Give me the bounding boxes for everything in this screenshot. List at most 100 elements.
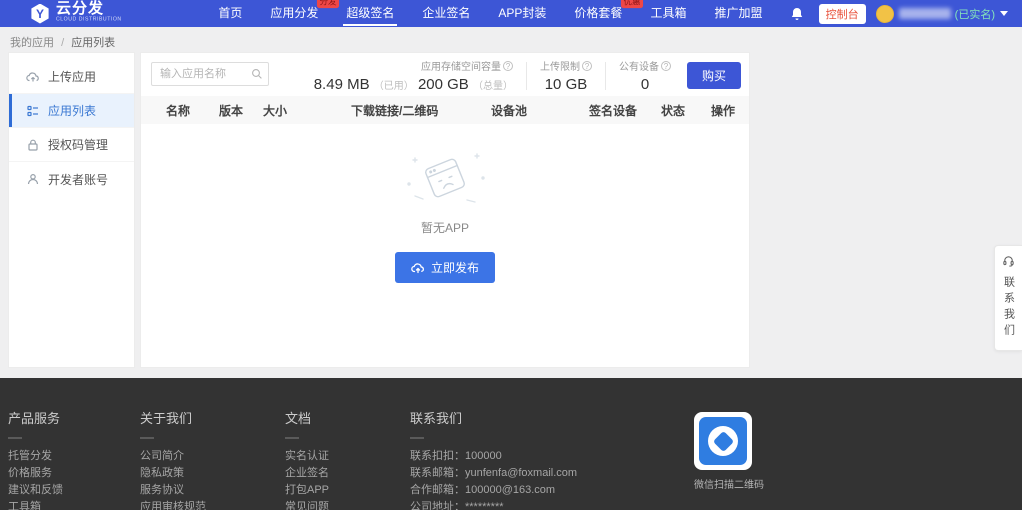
- stat-upload-limit-value: 10 GB: [540, 76, 592, 93]
- footer-contact-qq: 联系扣扣：100000: [410, 448, 577, 465]
- wechat-qr: 微信扫描二维码: [694, 412, 752, 491]
- breadcrumb-app-list: 应用列表: [71, 37, 115, 49]
- promo-badge: 分发: [317, 0, 339, 8]
- nav-item-home[interactable]: 首页: [213, 0, 247, 27]
- footer-link[interactable]: 打包APP: [285, 482, 329, 499]
- stat-storage: 应用存储空间容量 8.49 MB （已用） 200 GB （总量）: [314, 58, 513, 93]
- stat-public-devices: 公有设备 0: [619, 58, 671, 93]
- sidebar-item-label: 上传应用: [48, 68, 96, 85]
- sidebar-item-label: 授权码管理: [48, 136, 108, 153]
- upload-cloud-icon: [411, 262, 425, 274]
- storage-total: 200 GB: [418, 76, 469, 93]
- column-header-signed-devices: 签名设备: [589, 102, 661, 119]
- footer-link[interactable]: 公司简介: [140, 448, 206, 465]
- sidebar-item-app-list[interactable]: 应用列表: [9, 94, 134, 128]
- nav-right-group: 控制台 (已实名): [789, 4, 1008, 24]
- info-icon[interactable]: [661, 61, 671, 71]
- divider: [410, 437, 424, 439]
- publish-now-button[interactable]: 立即发布: [395, 252, 495, 283]
- lock-icon: [26, 138, 40, 152]
- footer-link[interactable]: 实名认证: [285, 448, 329, 465]
- nav-item-toolbox[interactable]: 工具箱: [645, 0, 691, 27]
- table-header-row: 名称 版本 大小 下载链接/二维码 设备池 签名设备 状态 操作: [141, 96, 749, 124]
- buy-button[interactable]: 购买: [687, 62, 741, 89]
- info-icon[interactable]: [582, 61, 592, 71]
- column-header-download-link: 下载链接/二维码: [351, 102, 491, 119]
- headset-icon: [1002, 254, 1015, 267]
- stat-storage-value: 8.49 MB （已用） 200 GB （总量）: [314, 76, 513, 93]
- logo-icon: Y: [30, 4, 50, 24]
- nav-item-app-distribution[interactable]: 应用分发 分发: [265, 0, 323, 27]
- column-header-device-pool: 设备池: [491, 102, 589, 119]
- footer-link[interactable]: 企业签名: [285, 465, 329, 482]
- qr-code-image: [694, 412, 752, 470]
- stat-upload-limit-label: 上传限制: [540, 58, 592, 73]
- nav-item-app-packaging[interactable]: APP封装: [493, 0, 551, 27]
- stat-storage-label: 应用存储空间容量: [314, 58, 513, 73]
- nav-item-pricing[interactable]: 价格套餐 优惠: [569, 0, 627, 27]
- breadcrumb: 我的应用 / 应用列表: [10, 34, 115, 50]
- qr-label: 微信扫描二维码: [694, 476, 752, 491]
- search-box: [151, 62, 269, 86]
- footer-column-title: 文档: [285, 408, 329, 427]
- footer-column-products: 产品服务 托管分发 价格服务 建议和反馈 工具箱: [8, 408, 63, 510]
- sidebar-item-license-codes[interactable]: 授权码管理: [9, 128, 134, 162]
- sidebar-item-upload-app[interactable]: 上传应用: [9, 60, 134, 94]
- nav-menu: 首页 应用分发 分发 超级签名 企业签名 APP封装 价格套餐 优惠 工具箱 推…: [204, 0, 776, 27]
- column-header-version: 版本: [219, 102, 263, 119]
- empty-app-illustration: [397, 148, 493, 208]
- list-icon: [26, 104, 40, 118]
- console-button[interactable]: 控制台: [819, 4, 866, 24]
- footer-link[interactable]: 工具箱: [8, 499, 63, 510]
- upload-cloud-icon: [26, 70, 40, 84]
- logo-subtitle: CLOUD DISTRIBUTION: [56, 17, 122, 22]
- contact-us-float-button[interactable]: 联系我们: [994, 245, 1022, 351]
- username-blurred: [899, 8, 951, 19]
- breadcrumb-my-apps[interactable]: 我的应用: [10, 37, 54, 49]
- search-icon[interactable]: [251, 68, 263, 80]
- stat-upload-limit: 上传限制 10 GB: [540, 58, 592, 93]
- stat-label-text: 应用存储空间容量: [421, 62, 501, 73]
- footer-link[interactable]: 价格服务: [8, 465, 63, 482]
- stat-label-text: 公有设备: [619, 62, 659, 73]
- sidebar-item-label: 应用列表: [48, 102, 96, 119]
- divider: [526, 62, 527, 90]
- storage-total-suffix: （总量）: [473, 81, 513, 92]
- footer-partner-email: 合作邮箱：100000@163.com: [410, 482, 577, 499]
- app-list-panel: 应用存储空间容量 8.49 MB （已用） 200 GB （总量） 上传限制 1…: [140, 52, 750, 368]
- footer: 产品服务 托管分发 价格服务 建议和反馈 工具箱 关于我们 公司简介 隐私政策 …: [0, 378, 1022, 510]
- top-navigation: Y 云分发 CLOUD DISTRIBUTION 首页 应用分发 分发 超级签名…: [0, 0, 1022, 27]
- nav-item-enterprise-signature[interactable]: 企业签名: [417, 0, 475, 27]
- footer-link[interactable]: 常见问题: [285, 499, 329, 510]
- verified-badge: (已实名): [955, 6, 995, 22]
- footer-column-title: 关于我们: [140, 408, 206, 427]
- sidebar: 上传应用 应用列表 授权码管理 开发者账号: [8, 52, 135, 368]
- storage-used-suffix: （已用）: [374, 81, 414, 92]
- footer-column-docs: 文档 实名认证 企业签名 打包APP 常见问题: [285, 408, 329, 510]
- logo-title: 云分发: [56, 1, 182, 16]
- empty-state-text: 暂无APP: [141, 219, 749, 236]
- divider: [140, 437, 154, 439]
- footer-link[interactable]: 建议和反馈: [8, 482, 63, 499]
- footer-column-about: 关于我们 公司简介 隐私政策 服务协议 应用审核规范: [140, 408, 206, 510]
- nav-item-affiliate[interactable]: 推广加盟: [709, 0, 767, 27]
- publish-button-label: 立即发布: [431, 259, 479, 276]
- column-header-status: 状态: [661, 102, 711, 119]
- sidebar-item-developer-account[interactable]: 开发者账号: [9, 162, 134, 196]
- divider: [605, 62, 606, 90]
- nav-item-super-signature[interactable]: 超级签名: [341, 0, 399, 27]
- logo-letter: Y: [36, 7, 44, 21]
- logo[interactable]: Y 云分发 CLOUD DISTRIBUTION: [30, 1, 182, 27]
- footer-link[interactable]: 托管分发: [8, 448, 63, 465]
- avatar: [876, 5, 894, 23]
- notification-bell-icon[interactable]: [789, 6, 805, 22]
- footer-contact-email: 联系邮箱：yunfenfa@foxmail.com: [410, 465, 577, 482]
- info-icon[interactable]: [503, 61, 513, 71]
- footer-link[interactable]: 服务协议: [140, 482, 206, 499]
- footer-link[interactable]: 应用审核规范: [140, 499, 206, 510]
- column-header-actions: 操作: [711, 102, 751, 119]
- user-menu[interactable]: (已实名): [876, 5, 1008, 23]
- footer-column-contact: 联系我们 联系扣扣：100000 联系邮箱：yunfenfa@foxmail.c…: [410, 408, 577, 510]
- footer-link[interactable]: 隐私政策: [140, 465, 206, 482]
- footer-column-title: 产品服务: [8, 408, 63, 427]
